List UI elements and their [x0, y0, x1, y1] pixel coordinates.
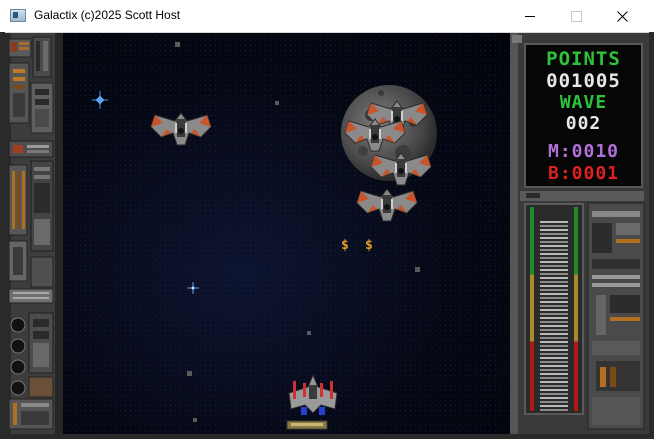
gauge-rib [540, 337, 568, 339]
star-sparkle [92, 91, 108, 109]
playfield-scene: $ $ [92, 42, 437, 430]
app-icon [10, 9, 26, 22]
enemy-fighter [356, 188, 418, 222]
gauge-rib [540, 241, 568, 243]
gauge-rib [540, 357, 568, 359]
gauge-rib [540, 361, 568, 363]
wave-label: WAVE [559, 92, 608, 113]
window-title: Galactix (c)2025 Scott Host [34, 8, 181, 22]
gauge-rib [540, 293, 568, 295]
gauge-rib [540, 393, 568, 395]
gauge-rib [540, 249, 568, 251]
gauge-rib [540, 301, 568, 303]
maximize-button[interactable] [553, 0, 599, 32]
gauge-bar-segment [530, 207, 534, 275]
gauge-rib [540, 397, 568, 399]
gauge-rib [540, 373, 568, 375]
gauge-rib [540, 377, 568, 379]
gauge-rib [540, 285, 568, 287]
gauge-rib [540, 405, 568, 407]
gauge-rib [540, 333, 568, 335]
close-button[interactable] [599, 0, 645, 32]
wave-value: 002 [565, 113, 602, 134]
minimize-button[interactable] [507, 0, 553, 32]
gauge-rib [540, 237, 568, 239]
gauge-rib [540, 341, 568, 343]
title-bar[interactable]: Galactix (c)2025 Scott Host [0, 0, 654, 33]
gauge-rib [540, 401, 568, 403]
gauge-rib [540, 353, 568, 355]
maximize-icon [570, 10, 582, 22]
gauge-bar-segment [574, 341, 578, 411]
gauge-rib [540, 389, 568, 391]
gauge-rib [540, 261, 568, 263]
gauge-rib [540, 381, 568, 383]
gauge-rib [540, 329, 568, 331]
gauge-rib [540, 385, 568, 387]
space-playfield[interactable]: $ $ [63, 33, 510, 434]
gauge-rib [540, 325, 568, 327]
m-counter: M:0010 [547, 141, 620, 162]
game-window: Galactix (c)2025 Scott Host $ $ POINTS 0… [0, 0, 654, 439]
b-counter: B:0001 [547, 163, 620, 184]
gauge-bar-segment [530, 274, 534, 342]
gauge-bar-segment [530, 341, 534, 411]
gauge-rib [540, 345, 568, 347]
points-value: 001005 [546, 70, 621, 92]
gauge-rib [540, 269, 568, 271]
window-border-bottom [0, 434, 654, 439]
energy-gauge [524, 203, 584, 415]
minimize-icon [525, 15, 535, 17]
gauge-rib [540, 349, 568, 351]
gauge-rib [540, 273, 568, 275]
gauge-rib [540, 281, 568, 283]
gauge-rib [540, 245, 568, 247]
left-machinery-art [5, 33, 63, 434]
gauge-bar-right [574, 207, 578, 411]
gauge-rib [540, 289, 568, 291]
bonus-pickup: $ [365, 238, 373, 253]
gauge-rib [540, 265, 568, 267]
gauge-rib [540, 229, 568, 231]
gauge-bar-segment [574, 274, 578, 342]
gauge-bar-left [530, 207, 534, 411]
gauge-rib [540, 309, 568, 311]
left-machinery-panel [5, 33, 63, 434]
right-hud-panel: POINTS 001005 WAVE 002 M:0010 B:0001 [510, 33, 649, 434]
points-label: POINTS [546, 48, 621, 70]
gauge-rib [540, 313, 568, 315]
gauge-rib [540, 321, 568, 323]
star-sparkle [187, 282, 199, 294]
gauge-rib [540, 409, 568, 411]
game-viewport[interactable]: $ $ POINTS 001005 WAVE 002 M:0010 B:0001 [5, 33, 649, 434]
gauge-rib [540, 225, 568, 227]
gauge-rib [540, 257, 568, 259]
gauge-rib [540, 297, 568, 299]
gauge-bar-segment [574, 207, 578, 275]
gauge-rib [540, 369, 568, 371]
bonus-pickup: $ [341, 238, 349, 253]
gauge-rib [540, 365, 568, 367]
enemy-fighter [150, 112, 212, 146]
gauge-art [526, 205, 582, 413]
player-ship [286, 373, 338, 430]
gauge-rib [540, 305, 568, 307]
gauge-rib [540, 221, 568, 223]
window-border-right [649, 32, 654, 439]
enemy-fighter [370, 152, 432, 186]
scoreboard: POINTS 001005 WAVE 002 M:0010 B:0001 [524, 43, 643, 188]
gauge-rib [540, 253, 568, 255]
gauge-rib [540, 233, 568, 235]
close-icon [616, 10, 628, 22]
gauge-rib [540, 317, 568, 319]
gauge-rib [540, 277, 568, 279]
